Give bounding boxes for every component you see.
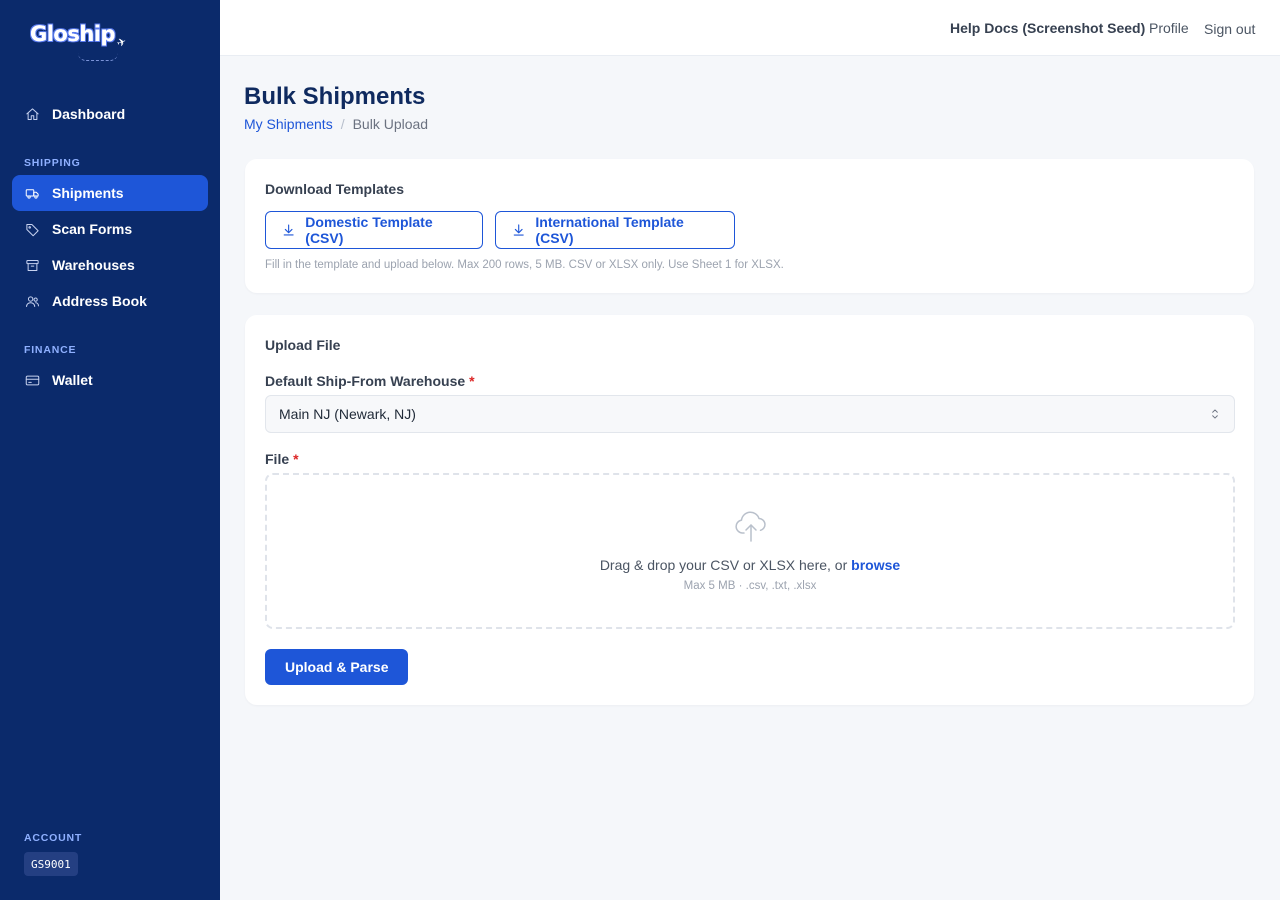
- sidebar-item-wallet[interactable]: Wallet: [12, 362, 208, 398]
- truck-icon: [24, 185, 40, 201]
- upload-file-card: Upload File Default Ship-From Warehouse *…: [245, 315, 1254, 705]
- sidebar-item-scan-forms[interactable]: Scan Forms: [12, 211, 208, 247]
- card-title: Upload File: [265, 337, 341, 353]
- browse-link[interactable]: browse: [851, 557, 900, 573]
- users-icon: [24, 293, 40, 309]
- sidebar-item-label: Scan Forms: [52, 221, 133, 237]
- warehouse-label-text: Default Ship-From Warehouse: [265, 373, 466, 389]
- file-field-label: File *: [265, 451, 299, 467]
- dropzone-text: Drag & drop your CSV or XLSX here, or br…: [267, 557, 1233, 573]
- page-title: Bulk Shipments: [244, 83, 426, 110]
- file-dropzone[interactable]: Drag & drop your CSV or XLSX here, or br…: [265, 473, 1235, 629]
- sidebar-item-label: Warehouses: [52, 257, 135, 273]
- cloud-upload-icon: [733, 508, 769, 544]
- section-label-finance: FINANCE: [24, 344, 77, 356]
- sidebar-item-address-book[interactable]: Address Book: [12, 283, 208, 319]
- card-title: Download Templates: [265, 181, 404, 197]
- sidebar: Gloship ✈ Dashboard SHIPPING Shipments S…: [0, 0, 220, 900]
- button-label: International Template (CSV): [535, 214, 684, 246]
- logo-trail: [78, 53, 118, 61]
- warehouse-select-value: Main NJ (Newark, NJ): [279, 406, 416, 422]
- download-icon: [513, 224, 524, 236]
- chevron-up-down-icon: [1208, 407, 1222, 424]
- download-templates-card: Download Templates Domestic Template (CS…: [245, 159, 1254, 293]
- sidebar-item-warehouses[interactable]: Warehouses: [12, 247, 208, 283]
- warehouse-field-label: Default Ship-From Warehouse *: [265, 373, 475, 389]
- international-template-button[interactable]: International Template (CSV): [495, 211, 735, 249]
- topbar: Help Docs (Screenshot Seed) Profile Sign…: [220, 0, 1280, 56]
- breadcrumb-separator: /: [340, 116, 345, 132]
- tag-icon: [24, 221, 40, 237]
- airplane-icon: ✈: [115, 35, 129, 51]
- file-label-text: File: [265, 451, 290, 467]
- breadcrumb: My Shipments / Bulk Upload: [244, 116, 428, 132]
- sidebar-item-dashboard[interactable]: Dashboard: [12, 96, 208, 132]
- breadcrumb-link-my-shipments[interactable]: My Shipments: [244, 116, 333, 132]
- download-icon: [283, 224, 294, 236]
- archive-icon: [24, 257, 40, 273]
- section-label-shipping: SHIPPING: [24, 157, 81, 169]
- profile-link[interactable]: Profile: [1149, 20, 1189, 36]
- section-label-account: ACCOUNT: [24, 832, 83, 844]
- domestic-template-button[interactable]: Domestic Template (CSV): [265, 211, 483, 249]
- sidebar-item-label: Dashboard: [52, 106, 126, 122]
- button-label: Domestic Template (CSV): [305, 214, 433, 246]
- logo-text: Gloship: [30, 22, 116, 46]
- template-hint: Fill in the template and upload below. M…: [265, 259, 784, 271]
- logo[interactable]: Gloship ✈: [30, 22, 129, 62]
- breadcrumb-current: Bulk Upload: [352, 116, 429, 132]
- help-docs-link[interactable]: Help Docs (Screenshot Seed): [950, 20, 1145, 36]
- sidebar-item-label: Wallet: [52, 372, 93, 388]
- sidebar-item-label: Shipments: [52, 185, 124, 201]
- upload-parse-button[interactable]: Upload & Parse: [265, 649, 409, 685]
- sidebar-item-label: Address Book: [52, 293, 147, 309]
- dropzone-limits: Max 5 MB · .csv, .txt, .xlsx: [683, 580, 817, 592]
- warehouse-select[interactable]: Main NJ (Newark, NJ): [265, 395, 1235, 433]
- sign-out-link[interactable]: Sign out: [1204, 21, 1255, 37]
- required-marker: *: [293, 451, 299, 467]
- account-id-badge: GS9001: [24, 852, 78, 876]
- required-marker: *: [469, 373, 475, 389]
- dropzone-instruction: Drag & drop your CSV or XLSX here, or: [599, 557, 848, 573]
- sidebar-item-shipments[interactable]: Shipments: [12, 175, 208, 211]
- credit-card-icon: [24, 372, 40, 388]
- home-icon: [24, 106, 40, 122]
